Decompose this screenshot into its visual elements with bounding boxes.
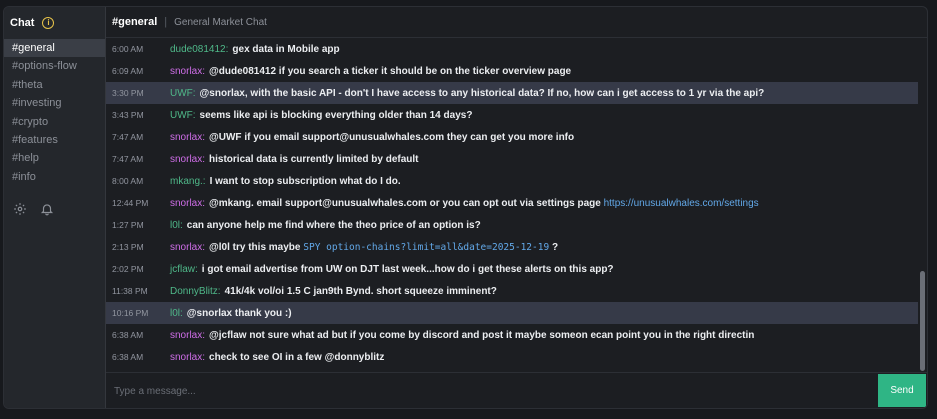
message-text: gex data in Mobile app xyxy=(232,43,340,55)
message-row: 1:27 PM l0l: can anyone help me find where… xyxy=(106,214,918,236)
message-text: 41k/4k vol/oi 1.5 C jan9th Bynd. short s… xyxy=(224,285,497,297)
message-text: can anyone help me find where the theo p… xyxy=(186,219,481,231)
message-time: 7:47 AM xyxy=(112,132,144,142)
send-button[interactable]: Send xyxy=(878,374,926,407)
message-time: 3:30 PM xyxy=(112,88,144,98)
sidebar-title: Chat xyxy=(10,17,35,29)
channel-header: #general | General Market Chat xyxy=(106,7,927,38)
channel-list: #general #options-flow #theta #investing #cr… xyxy=(4,39,105,186)
message-username[interactable]: snorlax: xyxy=(170,330,205,341)
message-row: 2:02 PM jcflaw: i got email advertise from… xyxy=(106,258,918,280)
message-row: 11:38 PM DonnyBlitz: 41k/4k vol/oi 1.5 C j… xyxy=(106,280,918,302)
message-row: 2:13 PM snorlax: @l0l try this maybe SPY o… xyxy=(106,236,918,258)
message-text: @dude081412 if you search a ticker it sh… xyxy=(209,65,572,77)
message-username[interactable]: UWF: xyxy=(170,88,196,99)
chat-main: #general | General Market Chat 6:00 AM du… xyxy=(106,7,927,408)
sidebar-footer-icons xyxy=(13,202,54,216)
message-text: @l0l try this maybe xyxy=(209,241,301,253)
message-time: 6:00 AM xyxy=(112,44,144,54)
scrollbar-thumb[interactable] xyxy=(920,271,925,371)
message-row: 6:09 AM snorlax: @dude081412 if you search… xyxy=(106,60,918,82)
sidebar-header: Chat i xyxy=(4,7,105,39)
message-time: 12:44 PM xyxy=(112,198,149,208)
message-time: 6:38 AM xyxy=(112,352,144,362)
message-row: 6:00 AM dude081412: gex data in Mobile app xyxy=(106,38,918,60)
message-time: 6:38 AM xyxy=(112,330,144,340)
message-time: 10:16 PM xyxy=(112,308,149,318)
message-row: 7:47 AM snorlax: historical data is curren… xyxy=(106,148,918,170)
message-time: 6:09 AM xyxy=(112,66,144,76)
gear-icon[interactable] xyxy=(13,202,27,216)
header-separator: | xyxy=(164,16,168,28)
sidebar-item-theta[interactable]: #theta xyxy=(4,76,105,94)
sidebar-item-general[interactable]: #general xyxy=(4,39,105,58)
sidebar-item-crypto[interactable]: #crypto xyxy=(4,113,105,131)
sidebar-item-options-flow[interactable]: #options-flow xyxy=(4,57,105,75)
sidebar-item-info[interactable]: #info xyxy=(4,168,105,186)
message-row: 6:38 AM snorlax: check to see OI in a few … xyxy=(106,346,918,368)
message-text: @jcflaw not sure what ad but if you come… xyxy=(209,329,755,341)
message-time: 3:43 PM xyxy=(112,110,144,120)
message-username[interactable]: l0l: xyxy=(170,220,183,231)
channel-description: General Market Chat xyxy=(174,16,267,28)
message-username[interactable]: jcflaw: xyxy=(170,264,198,275)
message-list: 6:00 AM dude081412: gex data in Mobile app… xyxy=(106,38,918,372)
message-time: 1:27 PM xyxy=(112,220,144,230)
composer: Send xyxy=(106,372,927,408)
message-username[interactable]: snorlax: xyxy=(170,132,205,143)
message-text: check to see OI in a few @donnyblitz xyxy=(209,351,385,363)
message-row: 10:16 PM l0l: @snorlax thank you :) xyxy=(106,302,918,324)
message-username[interactable]: DonnyBlitz: xyxy=(170,286,221,297)
message-time: 7:47 AM xyxy=(112,154,144,164)
channel-name: #general xyxy=(112,16,158,28)
message-username[interactable]: snorlax: xyxy=(170,66,205,77)
message-text-tail: ? xyxy=(551,241,559,253)
sidebar-item-help[interactable]: #help xyxy=(4,149,105,167)
message-time: 8:00 AM xyxy=(112,176,144,186)
message-time: 2:02 PM xyxy=(112,264,144,274)
message-text: i got email advertise from UW on DJT las… xyxy=(201,263,614,275)
message-code-link[interactable]: SPY option-chains?limit=all&date=2025-12… xyxy=(303,242,549,253)
message-text: historical data is currently limited by … xyxy=(209,153,419,165)
info-icon[interactable]: i xyxy=(42,17,55,29)
sidebar-item-investing[interactable]: #investing xyxy=(4,94,105,112)
message-row: 3:30 PM UWF: @snorlax, with the basic API … xyxy=(106,82,918,104)
message-time: 2:13 PM xyxy=(112,242,144,252)
message-username[interactable]: dude081412: xyxy=(170,44,228,55)
message-username[interactable]: snorlax: xyxy=(170,198,205,209)
sidebar: Chat i #general #options-flow #theta #inves… xyxy=(4,7,106,408)
message-username[interactable]: snorlax: xyxy=(170,352,205,363)
sidebar-item-features[interactable]: #features xyxy=(4,131,105,149)
message-text: I want to stop subscription what do I do… xyxy=(209,175,401,187)
message-row: 7:47 AM snorlax: @UWF if you email support… xyxy=(106,126,918,148)
message-username[interactable]: l0l: xyxy=(170,308,183,319)
message-input[interactable] xyxy=(112,381,876,401)
message-username[interactable]: snorlax: xyxy=(170,242,205,253)
message-username[interactable]: UWF: xyxy=(170,110,196,121)
chat-window: Chat i #general #options-flow #theta #inves… xyxy=(3,6,928,409)
message-text: seems like api is blocking everything ol… xyxy=(199,109,473,121)
scrollbar[interactable] xyxy=(918,38,927,372)
message-row: 12:44 PM snorlax: @mkang. email support@un… xyxy=(106,192,918,214)
message-link[interactable]: https://unusualwhales.com/settings xyxy=(604,198,759,209)
message-text: @snorlax thank you :) xyxy=(186,307,292,319)
message-row: 3:43 PM UWF: seems like api is blocking ev… xyxy=(106,104,918,126)
message-text: @UWF if you email support@unusualwhales.… xyxy=(209,131,575,143)
message-time: 11:38 PM xyxy=(112,286,148,296)
message-username[interactable]: snorlax: xyxy=(170,154,205,165)
message-text: @snorlax, with the basic API - don't I h… xyxy=(199,87,765,99)
bell-icon[interactable] xyxy=(40,202,54,216)
message-text: @mkang. email support@unusualwhales.com … xyxy=(209,197,601,209)
message-row: 6:38 AM snorlax: @jcflaw not sure what ad … xyxy=(106,324,918,346)
message-username[interactable]: mkang.: xyxy=(170,176,206,187)
message-row: 8:00 AM mkang.: I want to stop subscriptio… xyxy=(106,170,918,192)
